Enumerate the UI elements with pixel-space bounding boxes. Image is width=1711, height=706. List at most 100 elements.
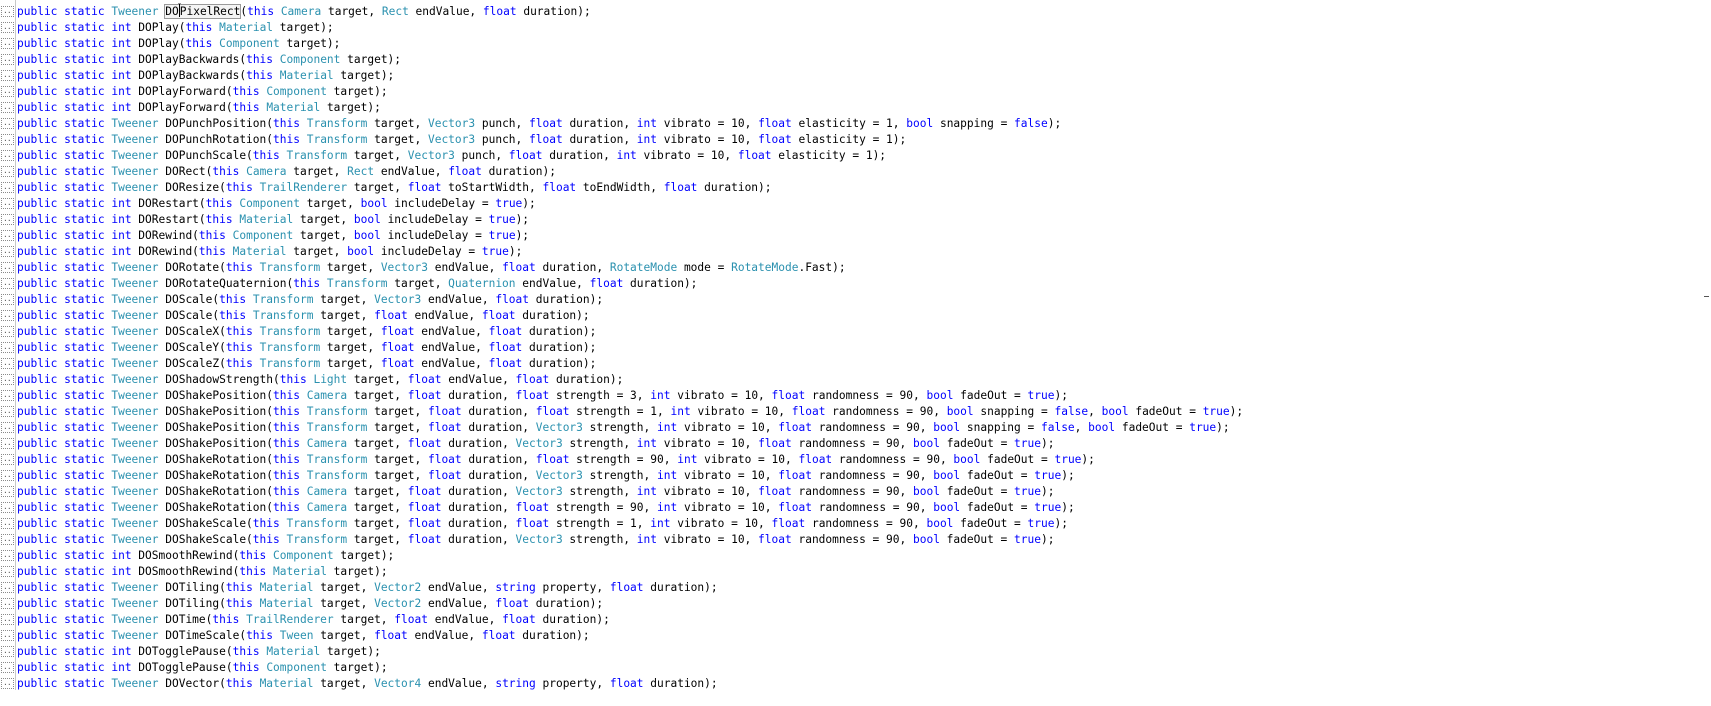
collapse-marker-icon[interactable]: ..	[1, 198, 14, 209]
collapse-marker-icon[interactable]: ..	[1, 598, 14, 609]
code-line[interactable]: .. public static Tweener DOScaleY(this Tr…	[0, 340, 1711, 356]
collapse-marker-icon[interactable]: ..	[1, 166, 14, 177]
collapse-marker-icon[interactable]: ..	[1, 22, 14, 33]
collapse-marker-icon[interactable]: ..	[1, 150, 14, 161]
code-line[interactable]: .. public static Tweener DOScale(this Tra…	[0, 308, 1711, 324]
code-line[interactable]: .. public static Tweener DOScaleX(this Tr…	[0, 324, 1711, 340]
code-line[interactable]: .. public static Tweener DOShakePosition(…	[0, 388, 1711, 404]
collapse-marker-icon[interactable]: ..	[1, 630, 14, 641]
code-line[interactable]: .. public static int DORestart(this Compo…	[0, 196, 1711, 212]
code-line[interactable]: .. public static Tweener DOPunchPosition(…	[0, 116, 1711, 132]
code-line[interactable]: .. public static int DOPlay(this Material…	[0, 20, 1711, 36]
code-line[interactable]: .. public static Tweener DOShakeScale(thi…	[0, 516, 1711, 532]
code-line[interactable]: .. public static Tweener DOTiling(this Ma…	[0, 596, 1711, 612]
collapse-marker-icon[interactable]: ..	[1, 406, 14, 417]
code-line[interactable]: .. public static int DOTogglePause(this M…	[0, 644, 1711, 660]
code-line[interactable]: .. public static Tweener DOShakeScale(thi…	[0, 532, 1711, 548]
collapse-marker-icon[interactable]: ..	[1, 342, 14, 353]
collapse-marker-icon[interactable]: ..	[1, 358, 14, 369]
code-line[interactable]: .. public static int DOPlayForward(this C…	[0, 84, 1711, 100]
code-line[interactable]: .. public static Tweener DOTimeScale(this…	[0, 628, 1711, 644]
collapse-marker-icon[interactable]: ..	[1, 390, 14, 401]
collapse-marker-icon[interactable]: ..	[1, 470, 14, 481]
code-line[interactable]: .. public static int DOPlay(this Componen…	[0, 36, 1711, 52]
collapse-marker-icon[interactable]: ..	[1, 134, 14, 145]
plain-token: duration,	[441, 389, 516, 402]
code-line[interactable]: .. public static int DORestart(this Mater…	[0, 212, 1711, 228]
collapse-marker-icon[interactable]: ..	[1, 374, 14, 385]
plain-token: ,	[1088, 405, 1102, 418]
code-line[interactable]: .. public static Tweener DOShadowStrength…	[0, 372, 1711, 388]
collapse-marker-icon[interactable]: ..	[1, 38, 14, 49]
collapse-marker-icon[interactable]: ..	[1, 566, 14, 577]
keyword-token: public	[17, 501, 58, 514]
collapse-marker-icon[interactable]: ..	[1, 534, 14, 545]
code-line[interactable]: .. public static int DORewind(this Materi…	[0, 244, 1711, 260]
keyword-token: float	[609, 677, 644, 690]
collapse-marker-icon[interactable]: ..	[1, 294, 14, 305]
collapse-marker-icon[interactable]: ..	[1, 182, 14, 193]
code-line[interactable]: .. public static Tweener DORotateQuaterni…	[0, 276, 1711, 292]
collapse-marker-icon[interactable]: ..	[1, 550, 14, 561]
collapse-marker-icon[interactable]: ..	[1, 86, 14, 97]
code-line[interactable]: .. public static Tweener DOShakePosition(…	[0, 436, 1711, 452]
collapse-marker-icon[interactable]: ..	[1, 502, 14, 513]
code-line[interactable]: .. public static int DOSmoothRewind(this …	[0, 548, 1711, 564]
code-line[interactable]: .. public static Tweener DOScaleZ(this Tr…	[0, 356, 1711, 372]
collapse-marker-icon[interactable]: ..	[1, 486, 14, 497]
code-line[interactable]: .. public static Tweener DOShakeRotation(…	[0, 452, 1711, 468]
code-line[interactable]: .. public static Tweener DOShakePosition(…	[0, 420, 1711, 436]
code-line[interactable]: .. public static Tweener DOResize(this Tr…	[0, 180, 1711, 196]
collapse-marker-icon[interactable]: ..	[1, 246, 14, 257]
code-line[interactable]: .. public static Tweener DORotate(this Tr…	[0, 260, 1711, 276]
collapse-marker-icon[interactable]: ..	[1, 646, 14, 657]
collapse-marker-icon[interactable]: ..	[1, 662, 14, 673]
code-line[interactable]: .. public static int DOSmoothRewind(this …	[0, 564, 1711, 580]
collapse-marker-icon[interactable]: ..	[1, 310, 14, 321]
keyword-token: static	[64, 149, 105, 162]
collapse-marker-icon[interactable]: ..	[1, 70, 14, 81]
code-line[interactable]: .. public static int DOPlayBackwards(this…	[0, 68, 1711, 84]
code-line[interactable]: .. public static int DOPlayForward(this M…	[0, 100, 1711, 116]
code-line[interactable]: .. public static Tweener DOPunchScale(thi…	[0, 148, 1711, 164]
code-line[interactable]: .. public static Tweener DOPunchRotation(…	[0, 132, 1711, 148]
collapse-marker-icon[interactable]: ..	[1, 54, 14, 65]
collapse-marker-icon[interactable]: ..	[1, 678, 14, 689]
code-line[interactable]: .. public static Tweener DOShakePosition(…	[0, 404, 1711, 420]
code-line[interactable]: .. public static Tweener DOShakeRotation(…	[0, 468, 1711, 484]
collapse-marker-icon[interactable]: ..	[1, 214, 14, 225]
code-line[interactable]: .. public static Tweener DORect(this Came…	[0, 164, 1711, 180]
plain-token: DOShakeRotation(	[158, 469, 274, 482]
code-line[interactable]: .. public static Tweener DOTiling(this Ma…	[0, 580, 1711, 596]
code-editor[interactable]: ) ..public static Tweener DOPixelRect(th…	[0, 0, 1711, 706]
collapse-marker-icon[interactable]: ..	[1, 102, 14, 113]
collapse-marker-icon[interactable]: ..	[1, 6, 14, 17]
code-line[interactable]: .. public static int DORewind(this Compon…	[0, 228, 1711, 244]
collapse-marker-icon[interactable]: ..	[1, 438, 14, 449]
plain-token: target);	[333, 69, 395, 82]
code-line[interactable]: .. public static int DOPlayBackwards(this…	[0, 52, 1711, 68]
collapse-marker-icon[interactable]: ..	[1, 278, 14, 289]
collapse-marker-icon[interactable]: ..	[1, 262, 14, 273]
code-line[interactable]: .. public static Tweener DOPixelRect(this…	[0, 4, 1711, 20]
selected-identifier[interactable]: DOPixelRect	[164, 4, 242, 19]
collapse-marker-icon[interactable]: ..	[1, 614, 14, 625]
code-line[interactable]: .. public static Tweener DOShakeRotation(…	[0, 500, 1711, 516]
collapse-marker-icon[interactable]: ..	[1, 422, 14, 433]
collapse-marker-icon[interactable]: ..	[1, 454, 14, 465]
code-line[interactable]: .. public static int DOTogglePause(this C…	[0, 660, 1711, 676]
collapse-marker-icon[interactable]: ..	[1, 518, 14, 529]
collapse-marker-icon[interactable]: ..	[1, 230, 14, 241]
keyword-token: static	[64, 229, 105, 242]
code-line[interactable]: .. public static Tweener DOShakeRotation(…	[0, 484, 1711, 500]
code-line[interactable]: .. public static Tweener DOVector(this Ma…	[0, 676, 1711, 692]
collapse-marker-icon[interactable]: ..	[1, 582, 14, 593]
code-line[interactable]: .. public static Tweener DOTime(this Trai…	[0, 612, 1711, 628]
collapse-marker-icon[interactable]: ..	[1, 118, 14, 129]
collapse-marker-icon[interactable]: ..	[1, 326, 14, 337]
code-line[interactable]: .. public static Tweener DOScale(this Tra…	[0, 292, 1711, 308]
code-line-text: public static int DOTogglePause(this Mat…	[17, 644, 381, 660]
